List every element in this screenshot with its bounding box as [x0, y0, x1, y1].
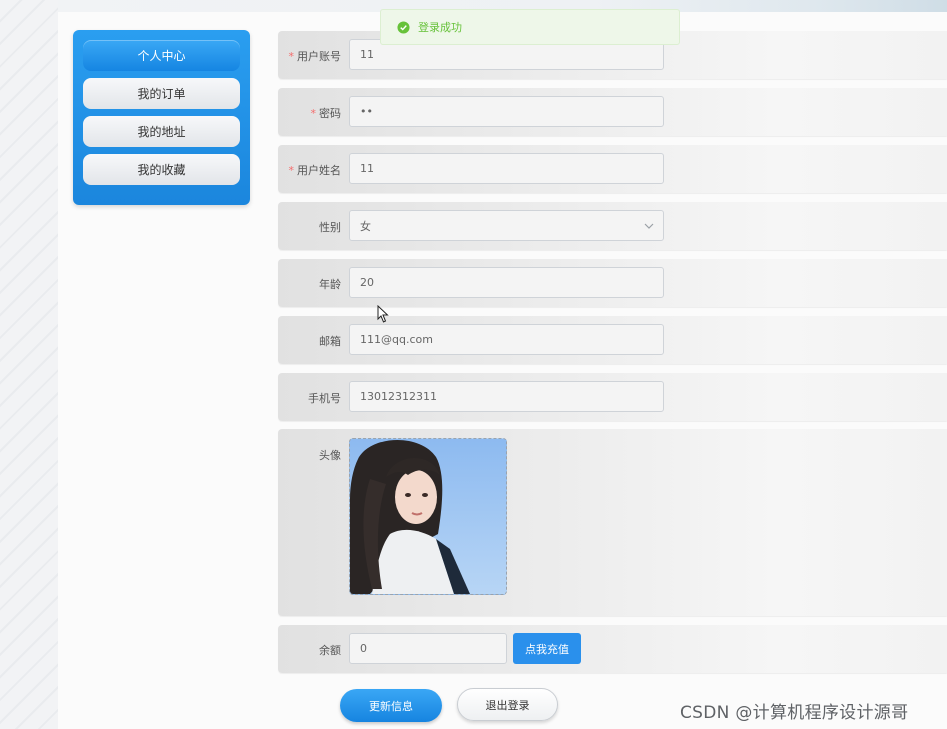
password-input[interactable]: ••	[349, 96, 664, 127]
sidebar-item-label: 我的订单	[137, 87, 186, 101]
avatar-upload[interactable]	[349, 438, 507, 595]
sidebar-item-label: 个人中心	[137, 49, 186, 63]
sidebar-item-label: 我的收藏	[137, 163, 186, 177]
avatar-label: 头像	[319, 449, 341, 462]
form-row-realname: * 用户姓名 11	[278, 145, 947, 193]
password-label: * 密码	[310, 107, 342, 120]
required-mark: *	[288, 50, 295, 63]
form-row-balance: 余额 0 点我充值	[278, 625, 947, 673]
gender-label: 性别	[319, 221, 341, 234]
email-label: 邮箱	[319, 335, 341, 348]
watermark: CSDN @计算机程序设计源哥	[680, 703, 909, 723]
balance-input[interactable]: 0	[349, 633, 507, 664]
update-info-button[interactable]: 更新信息	[340, 689, 442, 722]
form-row-avatar: 头像	[278, 429, 947, 616]
sidebar: 个人中心 我的订单 我的地址 我的收藏	[73, 30, 250, 205]
form-row-phone: 手机号 13012312311	[278, 373, 947, 421]
age-input[interactable]: 20	[349, 267, 664, 298]
form-row-age: 年龄 20	[278, 259, 947, 307]
toast-message: 登录成功	[418, 21, 462, 34]
success-toast: 登录成功	[380, 9, 680, 45]
recharge-button[interactable]: 点我充值	[513, 633, 581, 664]
form-row-password: * 密码 ••	[278, 88, 947, 136]
realname-label: * 用户姓名	[288, 164, 342, 177]
form-row-email: 邮箱 111@qq.com	[278, 316, 947, 364]
username-value: 11	[360, 48, 374, 61]
sidebar-item-label: 我的地址	[137, 125, 186, 139]
gender-select[interactable]: 女	[349, 210, 664, 241]
sidebar-item-my-favorites[interactable]: 我的收藏	[83, 154, 240, 185]
email-value: 111@qq.com	[360, 333, 433, 346]
password-value: ••	[360, 105, 373, 118]
realname-input[interactable]: 11	[349, 153, 664, 184]
form-row-gender: 性别 女	[278, 202, 947, 250]
realname-value: 11	[360, 162, 374, 175]
gender-value: 女	[360, 219, 371, 233]
phone-value: 13012312311	[360, 390, 437, 403]
balance-label: 余额	[319, 644, 341, 657]
sidebar-item-personal-center[interactable]: 个人中心	[83, 40, 240, 71]
avatar-image	[350, 439, 506, 594]
chevron-down-icon	[644, 223, 654, 229]
check-circle-icon	[397, 20, 410, 34]
email-input[interactable]: 111@qq.com	[349, 324, 664, 355]
sidebar-item-my-address[interactable]: 我的地址	[83, 116, 240, 147]
background-pattern	[0, 0, 58, 729]
logout-button[interactable]: 退出登录	[457, 688, 558, 721]
sidebar-item-my-orders[interactable]: 我的订单	[83, 78, 240, 109]
phone-input[interactable]: 13012312311	[349, 381, 664, 412]
age-value: 20	[360, 276, 374, 289]
required-mark: *	[288, 164, 295, 177]
balance-value: 0	[360, 642, 367, 655]
mouse-pointer-icon	[377, 305, 389, 323]
required-mark: *	[310, 107, 317, 120]
phone-label: 手机号	[308, 392, 341, 405]
age-label: 年龄	[319, 278, 341, 291]
username-label: * 用户账号	[288, 50, 342, 63]
